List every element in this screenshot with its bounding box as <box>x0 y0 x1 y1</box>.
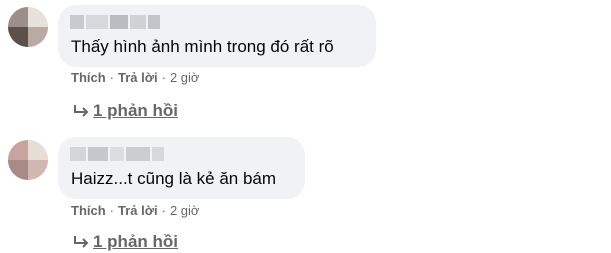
avatar[interactable] <box>8 140 48 180</box>
comment-actions: Thích · Trả lời · 2 giờ <box>71 203 200 218</box>
comment-bubble: Haizz...t cũng là kẻ ăn bám <box>58 137 305 199</box>
comment-bubble: Thấy hình ảnh mình trong đó rất rõ <box>58 5 376 67</box>
view-replies-link[interactable]: 1 phản hồi <box>73 232 178 253</box>
comment-actions: Thích · Trả lời · 2 giờ <box>71 70 200 85</box>
avatar[interactable] <box>8 7 48 47</box>
view-replies-link[interactable]: 1 phản hồi <box>73 101 178 122</box>
timestamp[interactable]: 2 giờ <box>170 203 200 218</box>
reply-link[interactable]: Trả lời <box>118 70 158 85</box>
comment-text: Thấy hình ảnh mình trong đó rất rõ <box>71 37 334 56</box>
reply-link[interactable]: Trả lời <box>118 203 158 218</box>
like-link[interactable]: Thích <box>71 203 106 218</box>
reply-arrow-icon <box>73 102 93 122</box>
like-link[interactable]: Thích <box>71 70 106 85</box>
author-name-redacted[interactable] <box>70 15 162 29</box>
replies-count-label[interactable]: 1 phản hồi <box>93 101 178 120</box>
comment-text: Haizz...t cũng là kẻ ăn bám <box>71 169 277 188</box>
timestamp[interactable]: 2 giờ <box>170 70 200 85</box>
replies-count-label[interactable]: 1 phản hồi <box>93 232 178 251</box>
author-name-redacted[interactable] <box>70 147 166 161</box>
